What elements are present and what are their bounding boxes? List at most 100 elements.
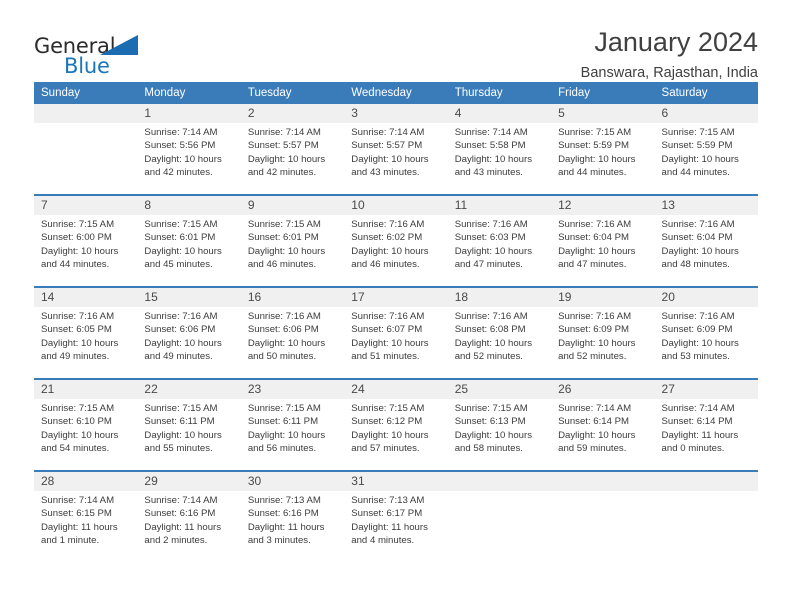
sunset-text: Sunset: 6:11 PM	[144, 416, 215, 428]
sunrise-text: Sunrise: 7:15 AM	[247, 403, 321, 414]
sunrise-text: Sunrise: 7:15 AM	[454, 403, 528, 414]
sunrise-text: Sunrise: 7:16 AM	[351, 219, 425, 230]
day-cell[interactable]: 5 Sunrise: 7:15 AM Sunset: 5:59 PM Dayli…	[551, 104, 655, 194]
day-number: 27	[654, 380, 758, 399]
daylight-text: Daylight: 10 hours and 52 minutes.	[454, 337, 533, 363]
day-cell[interactable]: 20 Sunrise: 7:16 AM Sunset: 6:09 PM Dayl…	[654, 288, 758, 378]
logo-triangle-icon	[100, 35, 138, 55]
day-cell[interactable]: 26 Sunrise: 7:14 AM Sunset: 6:14 PM Dayl…	[551, 380, 655, 470]
day-number	[34, 104, 138, 123]
sunset-text: Sunset: 6:17 PM	[351, 508, 423, 520]
day-cell[interactable]: 19 Sunrise: 7:16 AM Sunset: 6:09 PM Dayl…	[551, 288, 655, 378]
day-number: 15	[137, 288, 241, 307]
weekday-header-saturday: Saturday	[661, 87, 708, 99]
daylight-text: Daylight: 11 hours and 3 minutes.	[247, 521, 325, 547]
day-cell[interactable]: 22 Sunrise: 7:15 AM Sunset: 6:11 PM Dayl…	[137, 380, 241, 470]
day-cell[interactable]: 28 Sunrise: 7:14 AM Sunset: 6:15 PM Dayl…	[34, 472, 138, 562]
day-cell[interactable]: 14 Sunrise: 7:16 AM Sunset: 6:05 PM Dayl…	[34, 288, 138, 378]
sunset-text: Sunset: 6:09 PM	[558, 324, 630, 336]
sunrise-text: Sunrise: 7:15 AM	[41, 403, 115, 414]
weekday-header-wednesday: Wednesday	[351, 87, 412, 99]
daylight-text: Daylight: 11 hours and 0 minutes.	[661, 429, 739, 455]
day-cell[interactable]: 12 Sunrise: 7:16 AM Sunset: 6:04 PM Dayl…	[551, 196, 655, 286]
day-info: Sunrise: 7:16 AM Sunset: 6:06 PM Dayligh…	[241, 307, 344, 364]
daylight-text: Daylight: 10 hours and 47 minutes.	[558, 245, 636, 271]
daylight-text: Daylight: 10 hours and 42 minutes.	[247, 153, 326, 179]
day-number: 9	[240, 196, 345, 215]
page-subtitle: Banswara, Rajasthan, India	[580, 65, 758, 82]
sunrise-text: Sunrise: 7:15 AM	[661, 127, 735, 138]
sunset-text: Sunset: 6:15 PM	[41, 508, 112, 520]
day-info	[34, 123, 137, 126]
daylight-text: Daylight: 10 hours and 51 minutes.	[351, 337, 429, 363]
day-cell[interactable]: 7 Sunrise: 7:15 AM Sunset: 6:00 PM Dayli…	[34, 196, 138, 286]
day-cell[interactable]: 13 Sunrise: 7:16 AM Sunset: 6:04 PM Dayl…	[654, 196, 758, 286]
day-number: 14	[34, 288, 138, 307]
day-number: 2	[240, 104, 345, 123]
day-cell[interactable]: 23 Sunrise: 7:15 AM Sunset: 6:11 PM Dayl…	[240, 380, 345, 470]
day-cell[interactable]: 30 Sunrise: 7:13 AM Sunset: 6:16 PM Dayl…	[240, 472, 345, 562]
sunrise-text: Sunrise: 7:16 AM	[661, 219, 735, 230]
sunset-text: Sunset: 6:02 PM	[351, 232, 423, 244]
day-info: Sunrise: 7:14 AM Sunset: 6:15 PM Dayligh…	[34, 491, 137, 548]
day-cell[interactable]	[551, 472, 655, 562]
daylight-text: Daylight: 10 hours and 53 minutes.	[661, 337, 739, 363]
general-blue-logo[interactable]: General Blue	[34, 26, 154, 78]
day-cell[interactable]	[447, 472, 552, 562]
sunrise-text: Sunrise: 7:15 AM	[247, 219, 321, 230]
day-info: Sunrise: 7:15 AM Sunset: 6:00 PM Dayligh…	[34, 215, 137, 272]
title-block: January 2024 Banswara, Rajasthan, India	[580, 26, 758, 82]
sunset-text: Sunset: 6:13 PM	[454, 416, 526, 428]
day-cell[interactable]	[654, 472, 758, 562]
day-info: Sunrise: 7:16 AM Sunset: 6:04 PM Dayligh…	[551, 215, 654, 272]
day-cell[interactable]	[34, 104, 138, 194]
day-info: Sunrise: 7:14 AM Sunset: 6:14 PM Dayligh…	[551, 399, 654, 456]
day-cell[interactable]: 24 Sunrise: 7:15 AM Sunset: 6:12 PM Dayl…	[344, 380, 448, 470]
day-cell[interactable]: 1 Sunrise: 7:14 AM Sunset: 5:56 PM Dayli…	[137, 104, 241, 194]
day-cell[interactable]: 15 Sunrise: 7:16 AM Sunset: 6:06 PM Dayl…	[137, 288, 241, 378]
day-number: 8	[137, 196, 241, 215]
day-cell[interactable]: 2 Sunrise: 7:14 AM Sunset: 5:57 PM Dayli…	[240, 104, 345, 194]
sunrise-text: Sunrise: 7:14 AM	[247, 127, 321, 138]
day-cell[interactable]: 29 Sunrise: 7:14 AM Sunset: 6:16 PM Dayl…	[137, 472, 241, 562]
day-cell[interactable]: 9 Sunrise: 7:15 AM Sunset: 6:01 PM Dayli…	[240, 196, 345, 286]
day-number: 26	[551, 380, 655, 399]
sunrise-text: Sunrise: 7:14 AM	[661, 403, 735, 414]
day-number: 3	[344, 104, 448, 123]
day-number: 4	[447, 104, 552, 123]
daylight-text: Daylight: 10 hours and 57 minutes.	[351, 429, 429, 455]
daylight-text: Daylight: 10 hours and 58 minutes.	[454, 429, 533, 455]
weekday-header-sunday: Sunday	[41, 87, 81, 99]
day-cell[interactable]: 18 Sunrise: 7:16 AM Sunset: 6:08 PM Dayl…	[447, 288, 552, 378]
sunset-text: Sunset: 6:01 PM	[144, 232, 216, 244]
day-cell[interactable]: 3 Sunrise: 7:14 AM Sunset: 5:57 PM Dayli…	[344, 104, 448, 194]
day-cell[interactable]: 21 Sunrise: 7:15 AM Sunset: 6:10 PM Dayl…	[34, 380, 138, 470]
day-cell[interactable]: 11 Sunrise: 7:16 AM Sunset: 6:03 PM Dayl…	[447, 196, 552, 286]
day-info: Sunrise: 7:16 AM Sunset: 6:06 PM Dayligh…	[137, 307, 240, 364]
sunrise-text: Sunrise: 7:13 AM	[351, 495, 425, 506]
day-number: 5	[551, 104, 655, 123]
day-info: Sunrise: 7:16 AM Sunset: 6:02 PM Dayligh…	[344, 215, 447, 272]
sunset-text: Sunset: 5:56 PM	[144, 140, 216, 152]
day-info: Sunrise: 7:14 AM Sunset: 5:56 PM Dayligh…	[137, 123, 240, 180]
day-cell[interactable]: 10 Sunrise: 7:16 AM Sunset: 6:02 PM Dayl…	[344, 196, 448, 286]
week-row: 7 Sunrise: 7:15 AM Sunset: 6:00 PM Dayli…	[34, 194, 758, 286]
sunset-text: Sunset: 5:57 PM	[247, 140, 319, 152]
day-number: 17	[344, 288, 448, 307]
sunrise-text: Sunrise: 7:14 AM	[454, 127, 528, 138]
day-info: Sunrise: 7:14 AM Sunset: 5:57 PM Dayligh…	[344, 123, 447, 180]
day-cell[interactable]: 27 Sunrise: 7:14 AM Sunset: 6:14 PM Dayl…	[654, 380, 758, 470]
daylight-text: Daylight: 10 hours and 44 minutes.	[558, 153, 636, 179]
sunset-text: Sunset: 5:59 PM	[661, 140, 733, 152]
sunrise-text: Sunrise: 7:16 AM	[247, 311, 321, 322]
day-cell[interactable]: 16 Sunrise: 7:16 AM Sunset: 6:06 PM Dayl…	[240, 288, 345, 378]
day-cell[interactable]: 6 Sunrise: 7:15 AM Sunset: 5:59 PM Dayli…	[654, 104, 758, 194]
day-cell[interactable]: 17 Sunrise: 7:16 AM Sunset: 6:07 PM Dayl…	[344, 288, 448, 378]
day-cell[interactable]: 31 Sunrise: 7:13 AM Sunset: 6:17 PM Dayl…	[344, 472, 448, 562]
day-info: Sunrise: 7:15 AM Sunset: 6:10 PM Dayligh…	[34, 399, 137, 456]
day-number: 30	[240, 472, 345, 491]
day-number: 23	[240, 380, 345, 399]
day-cell[interactable]: 4 Sunrise: 7:14 AM Sunset: 5:58 PM Dayli…	[447, 104, 552, 194]
day-cell[interactable]: 25 Sunrise: 7:15 AM Sunset: 6:13 PM Dayl…	[447, 380, 552, 470]
day-cell[interactable]: 8 Sunrise: 7:15 AM Sunset: 6:01 PM Dayli…	[137, 196, 241, 286]
